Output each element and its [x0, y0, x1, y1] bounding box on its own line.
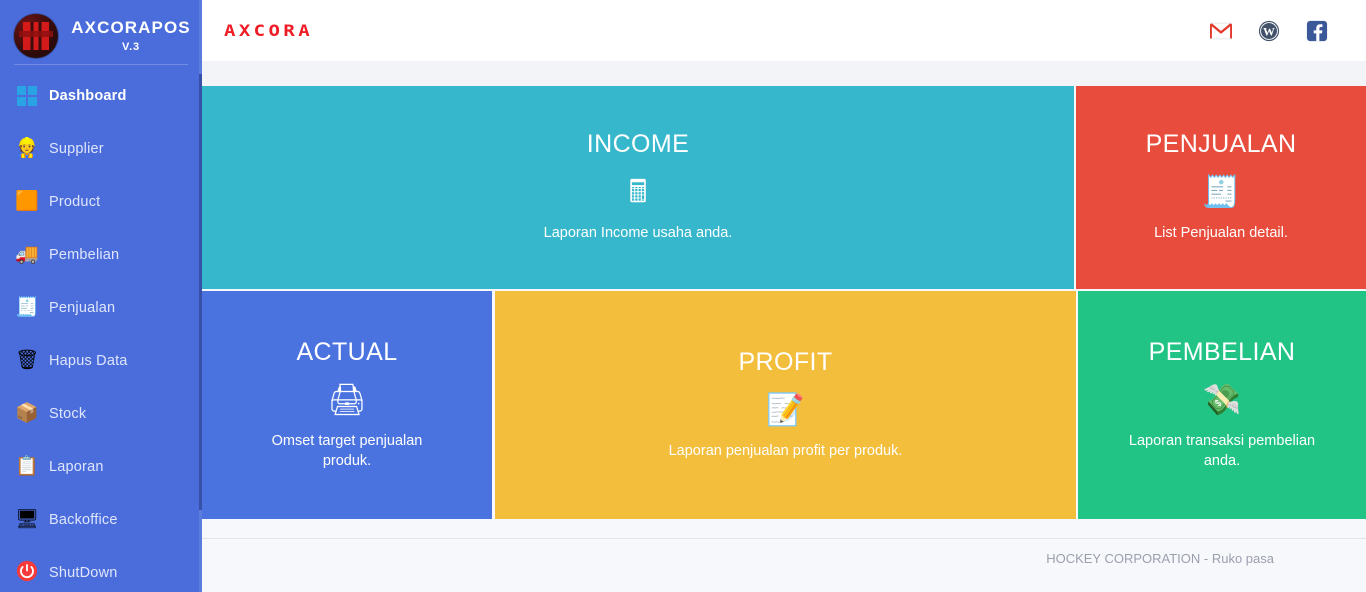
sidebar-item-label: Backoffice: [49, 511, 118, 528]
sidebar-item-label: Dashboard: [49, 87, 127, 104]
tile-description: Laporan transaksi pembelian anda.: [1128, 432, 1316, 469]
app-version: V.3: [122, 41, 140, 54]
tile-description: Laporan penjualan profit per produk.: [668, 442, 903, 459]
pos-terminal-icon: 🖩: [628, 174, 648, 209]
tile-actual[interactable]: ACTUAL 🖨 Omset target penjualan produk.: [202, 291, 492, 519]
tile-description: Omset target penjualan produk.: [271, 432, 423, 469]
sidebar-item-penjualan[interactable]: 🧾 Penjualan: [0, 281, 202, 334]
tile-income[interactable]: INCOME 🖩 Laporan Income usaha anda.: [202, 86, 1074, 289]
sidebar-nav: Dashboard 👷 Supplier 🟧 Product 🚚 Pembeli…: [0, 65, 202, 592]
sidebar-item-label: Stock: [49, 405, 87, 422]
tile-title: INCOME: [586, 130, 690, 158]
gmail-icon[interactable]: [1209, 20, 1233, 42]
sidebar: AXCORAPOS V.3 Dashboard 👷 Supplier 🟧 Pro…: [0, 0, 202, 592]
windows-icon: [17, 85, 37, 106]
memo-icon: 📝: [766, 391, 805, 427]
package-icon: 📦: [15, 402, 39, 424]
cash-register-icon: 🧾: [15, 296, 39, 318]
tile-description: List Penjualan detail.: [1154, 225, 1288, 241]
tile-row-top: INCOME 🖩 Laporan Income usaha anda. PENJ…: [202, 86, 1366, 289]
tile-title: PENJUALAN: [1145, 130, 1297, 158]
tile-description: Laporan Income usaha anda.: [543, 225, 733, 241]
trash-icon: 🗑: [14, 349, 40, 371]
sidebar-item-label: Laporan: [49, 458, 104, 475]
monitor-icon: 🖥: [14, 508, 40, 530]
tile-penjualan[interactable]: PENJUALAN 🧾 List Penjualan detail.: [1076, 86, 1366, 289]
content-top-strip: [202, 61, 1366, 86]
tile-title: PEMBELIAN: [1148, 337, 1296, 366]
tile-title: ACTUAL: [296, 337, 398, 366]
sidebar-item-dashboard[interactable]: Dashboard: [0, 69, 202, 122]
sidebar-item-shutdown[interactable]: ShutDown: [0, 546, 202, 592]
sidebar-item-stock[interactable]: 📦 Stock: [0, 387, 202, 440]
app-root: AXCORAPOS V.3 Dashboard 👷 Supplier 🟧 Pro…: [0, 0, 1366, 592]
sidebar-item-backoffice[interactable]: 🖥 Backoffice: [0, 493, 202, 546]
dashboard-tiles: INCOME 🖩 Laporan Income usaha anda. PENJ…: [202, 86, 1366, 519]
tile-profit[interactable]: PROFIT 📝 Laporan penjualan profit per pr…: [495, 291, 1076, 519]
axcora-logo[interactable]: AXCORA: [224, 21, 313, 40]
brand-text: AXCORAPOS V.3: [70, 17, 202, 54]
svg-text:W: W: [1263, 24, 1275, 38]
sidebar-item-label: Pembelian: [49, 246, 120, 263]
product-box-icon: 🟧: [15, 190, 39, 212]
wordpress-icon[interactable]: W: [1258, 20, 1280, 42]
sidebar-item-product[interactable]: 🟧 Product: [0, 175, 202, 228]
tile-title: PROFIT: [738, 347, 833, 376]
sidebar-item-label: ShutDown: [49, 564, 118, 581]
sidebar-item-label: Supplier: [49, 140, 104, 157]
brand-header[interactable]: AXCORAPOS V.3: [0, 0, 202, 62]
sidebar-item-supplier[interactable]: 👷 Supplier: [0, 122, 202, 175]
cash-register-icon: 🧾: [1201, 174, 1241, 209]
topbar-icon-group: W: [1209, 20, 1346, 42]
clipboard-icon: 📋: [15, 455, 39, 477]
sidebar-item-pembelian[interactable]: 🚚 Pembelian: [0, 228, 202, 281]
sidebar-item-hapus-data[interactable]: 🗑 Hapus Data: [0, 334, 202, 387]
sidebar-item-laporan[interactable]: 📋 Laporan: [0, 440, 202, 493]
money-hand-icon: 💸: [1202, 381, 1242, 417]
app-logo-icon: [14, 14, 58, 58]
supplier-icon: 👷: [15, 137, 39, 159]
topbar: AXCORA W: [202, 0, 1366, 61]
main-area: AXCORA W INCOME 🖩 Laporan Income usaha a…: [202, 0, 1366, 592]
sidebar-item-label: Hapus Data: [49, 352, 128, 369]
app-title: AXCORAPOS: [71, 17, 191, 37]
footer-text: HOCKEY CORPORATION - Ruko pasa: [1046, 551, 1274, 566]
tile-row-bottom: ACTUAL 🖨 Omset target penjualan produk. …: [202, 291, 1366, 519]
receipt-printer-icon: 🖨: [327, 381, 367, 417]
delivery-truck-icon: 🚚: [15, 243, 39, 265]
sidebar-item-label: Penjualan: [49, 299, 116, 316]
tile-pembelian[interactable]: PEMBELIAN 💸 Laporan transaksi pembelian …: [1078, 291, 1366, 519]
power-icon: [14, 560, 40, 586]
facebook-icon[interactable]: [1306, 20, 1328, 42]
sidebar-item-label: Product: [49, 193, 101, 210]
footer: HOCKEY CORPORATION - Ruko pasa: [202, 519, 1366, 592]
